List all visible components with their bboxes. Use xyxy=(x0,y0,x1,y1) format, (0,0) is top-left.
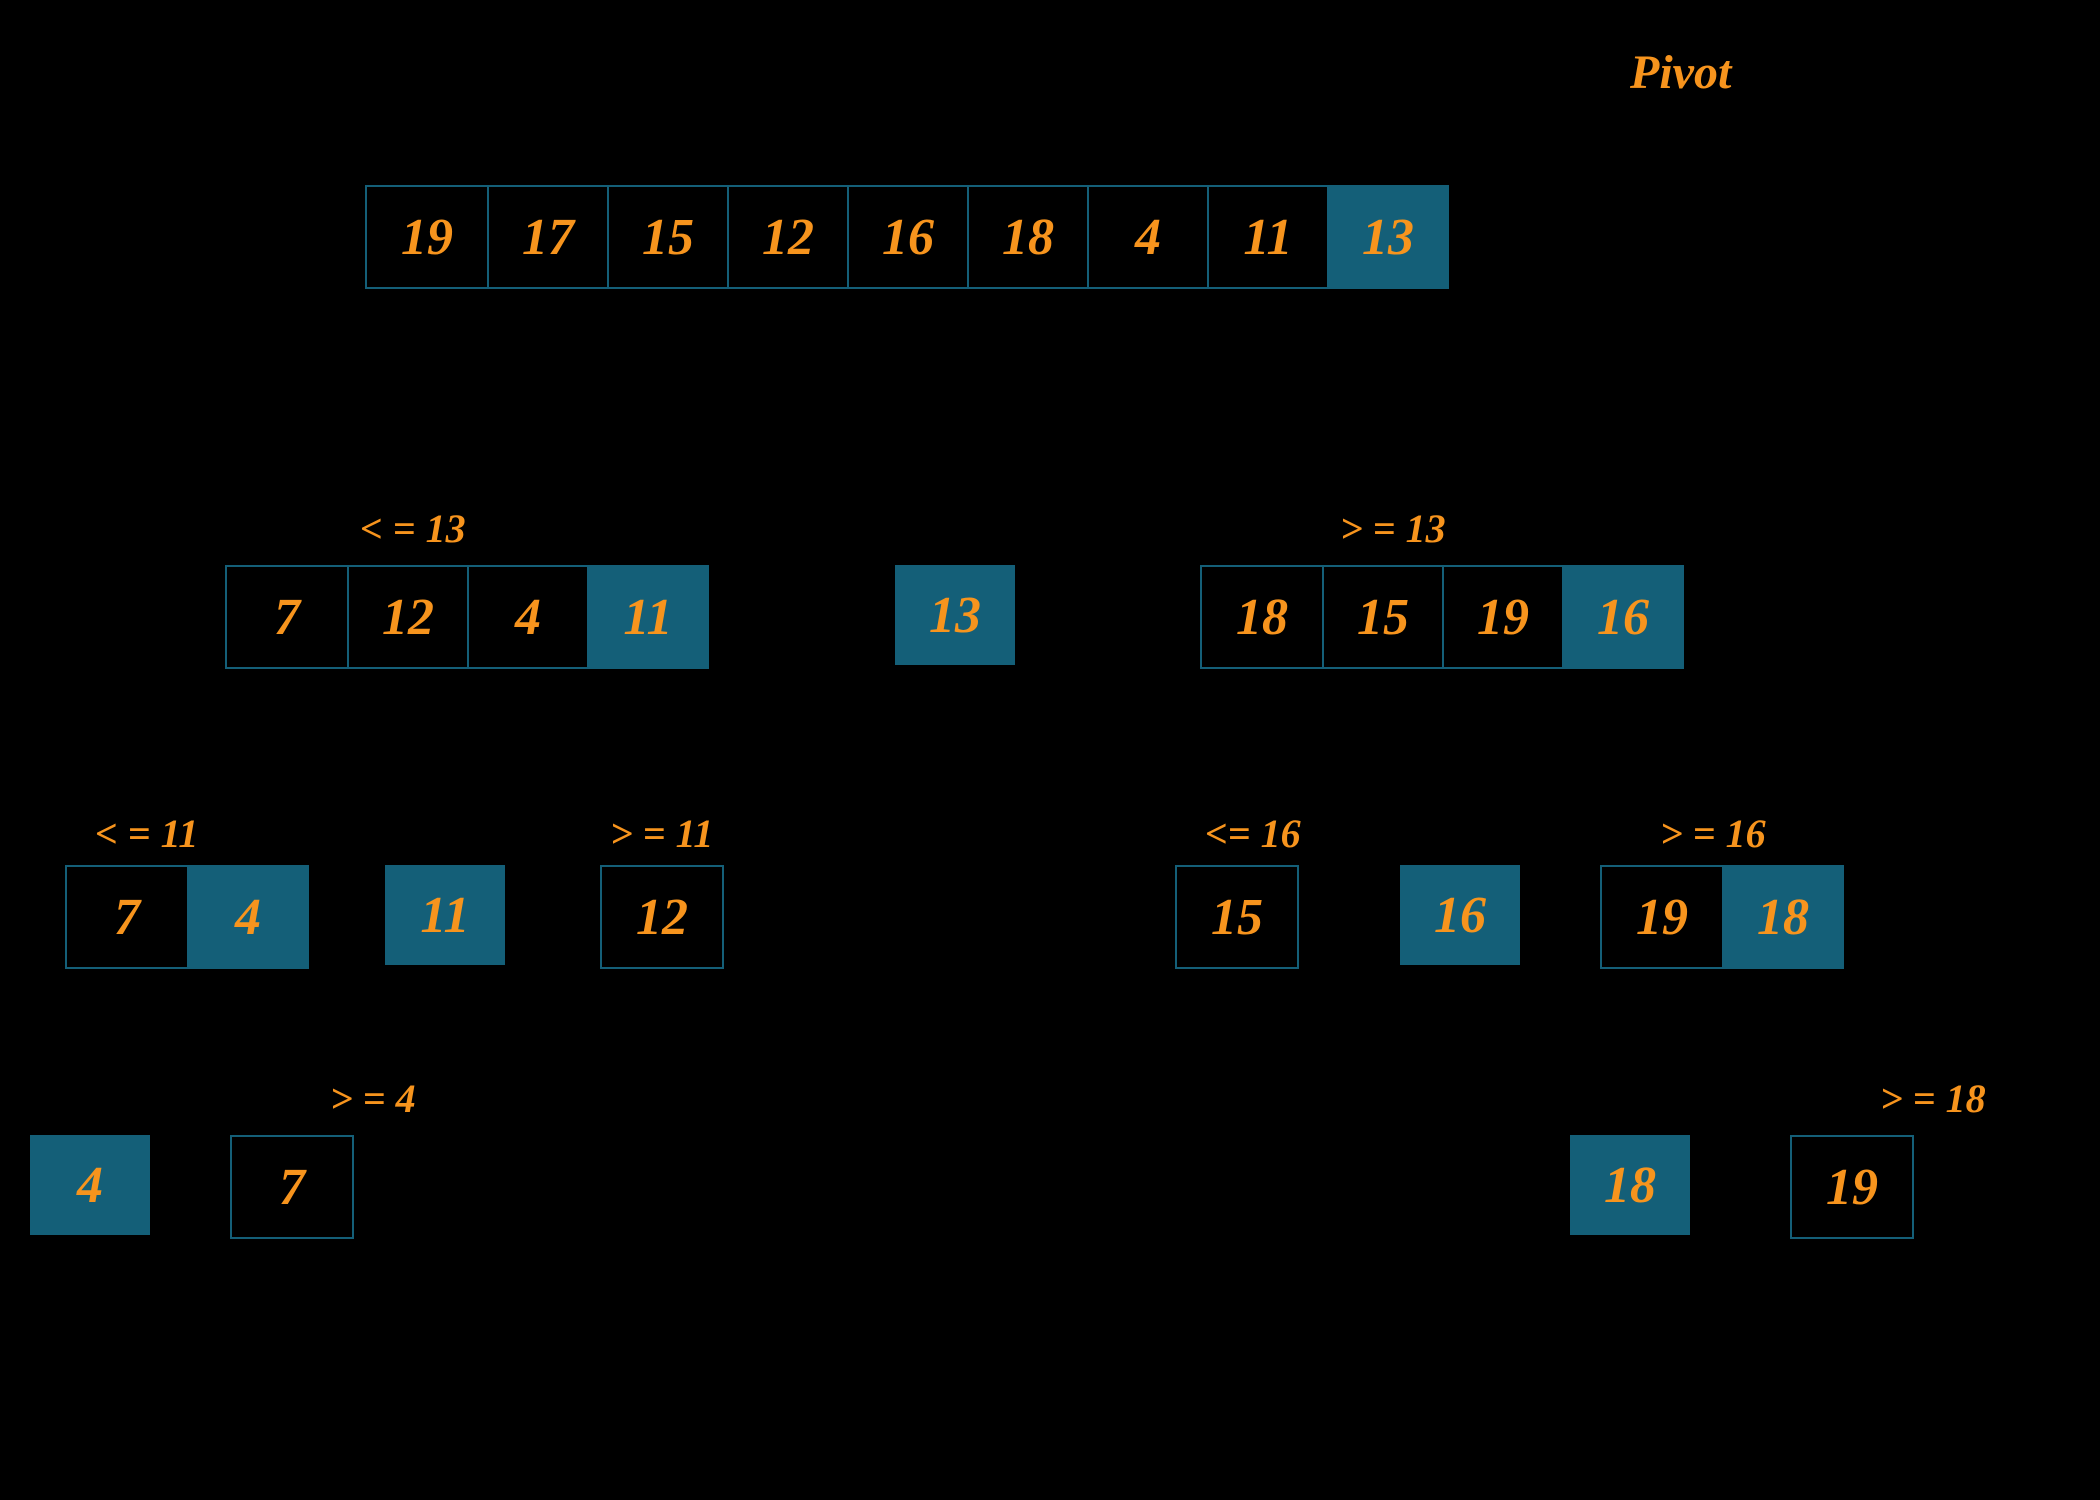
array-cell: 19 xyxy=(1792,1137,1912,1237)
partition-label-rr: > = 16 xyxy=(1660,810,1766,857)
array-cell: 18 xyxy=(967,187,1087,287)
partition-label-rl: <= 16 xyxy=(1205,810,1301,857)
array-cell: 7 xyxy=(227,567,347,667)
level2-rr-array: 19 18 xyxy=(1600,865,1844,969)
array-cell: 15 xyxy=(607,187,727,287)
level2-lr-array: 12 xyxy=(600,865,724,969)
level1-pivot-cell: 13 xyxy=(895,565,1015,665)
array-cell-pivot: 11 xyxy=(587,567,707,667)
level1-left-array: 7 12 4 11 xyxy=(225,565,709,669)
array-cell: 19 xyxy=(1602,867,1722,967)
array-cell: 11 xyxy=(1207,187,1327,287)
array-cell: 4 xyxy=(467,567,587,667)
array-cell: 18 xyxy=(1202,567,1322,667)
partition-label-l3l: > = 4 xyxy=(330,1075,416,1122)
partition-label-l3r: > = 18 xyxy=(1880,1075,1986,1122)
partition-label-lr: > = 11 xyxy=(610,810,713,857)
level0-array: 19 17 15 12 16 18 4 11 13 xyxy=(365,185,1449,289)
partition-label-ll: < = 11 xyxy=(95,810,198,857)
level2-right-pivot-cell: 16 xyxy=(1400,865,1520,965)
array-cell-pivot: 16 xyxy=(1562,567,1682,667)
level2-left-pivot-cell: 11 xyxy=(385,865,505,965)
partition-label-right: > = 13 xyxy=(1340,505,1446,552)
array-cell: 16 xyxy=(847,187,967,287)
array-cell: 19 xyxy=(367,187,487,287)
array-cell: 7 xyxy=(67,867,187,967)
array-cell: 12 xyxy=(602,867,722,967)
array-cell: 19 xyxy=(1442,567,1562,667)
array-cell: 15 xyxy=(1177,867,1297,967)
array-cell: 7 xyxy=(232,1137,352,1237)
level3-right-pivot-cell: 18 xyxy=(1570,1135,1690,1235)
array-cell-pivot: 4 xyxy=(187,867,307,967)
array-cell: 17 xyxy=(487,187,607,287)
level2-ll-array: 7 4 xyxy=(65,865,309,969)
array-cell-pivot: 13 xyxy=(1327,187,1447,287)
level2-rl-array: 15 xyxy=(1175,865,1299,969)
array-cell: 12 xyxy=(347,567,467,667)
array-cell: 4 xyxy=(1087,187,1207,287)
partition-label-left: < = 13 xyxy=(360,505,466,552)
array-cell-pivot: 18 xyxy=(1722,867,1842,967)
array-cell: 15 xyxy=(1322,567,1442,667)
level3-left-pivot-cell: 4 xyxy=(30,1135,150,1235)
level3-l-array: 7 xyxy=(230,1135,354,1239)
pivot-title: Pivot xyxy=(1630,45,1731,100)
level1-right-array: 18 15 19 16 xyxy=(1200,565,1684,669)
array-cell: 12 xyxy=(727,187,847,287)
level3-r-array: 19 xyxy=(1790,1135,1914,1239)
